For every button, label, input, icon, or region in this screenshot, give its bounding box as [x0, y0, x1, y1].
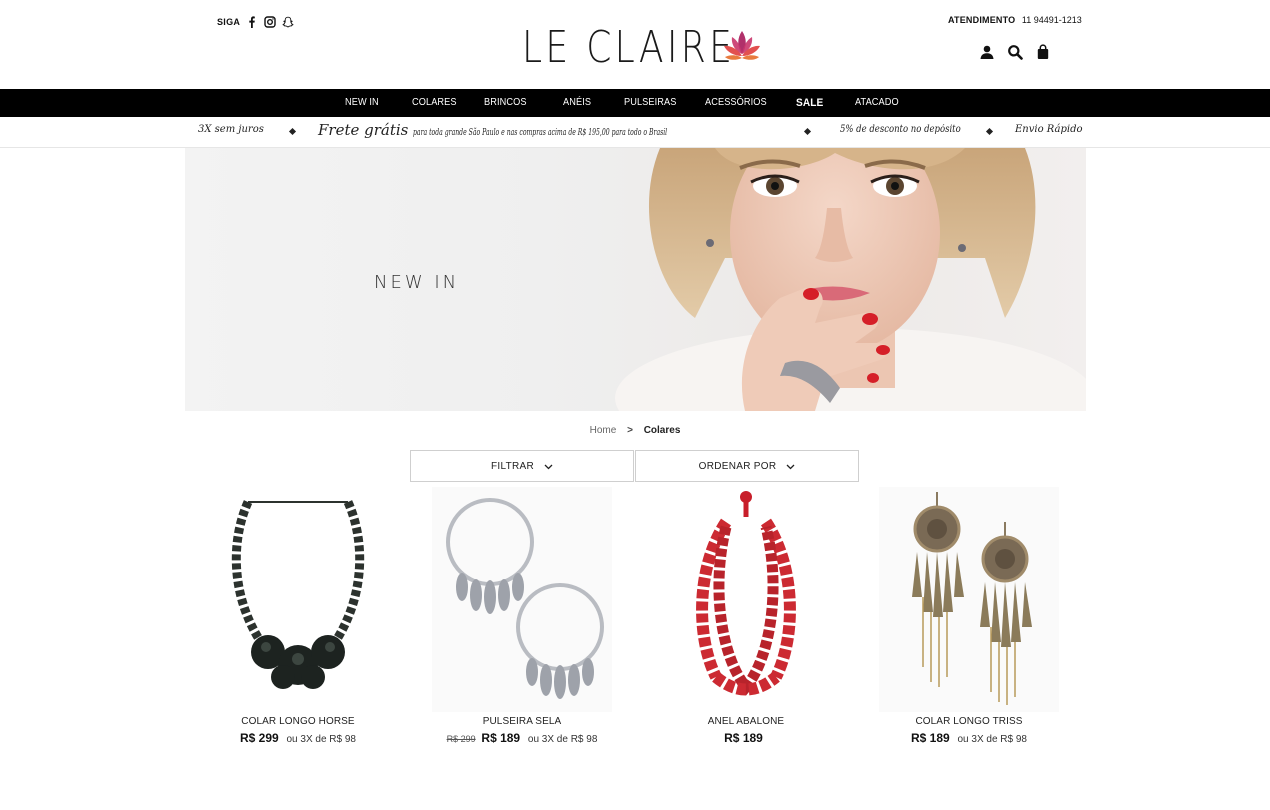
product-name[interactable]: COLAR LONGO HORSE	[186, 716, 410, 727]
nav-item-colares[interactable]: COLARES	[412, 89, 457, 117]
site-logo[interactable]: LE CLAIRE	[522, 26, 763, 70]
logo-text: LE CLAIRE	[522, 22, 736, 73]
product-card[interactable]: COLAR LONGO HORSE R$ 299 ou 3X de R$ 98	[186, 487, 410, 745]
promo-frete-small: para toda grande São Paulo e nas compras…	[413, 128, 668, 138]
product-image-black-necklace[interactable]	[208, 487, 388, 712]
product-name[interactable]: COLAR LONGO TRISS	[857, 716, 1081, 727]
promo-separator	[288, 127, 297, 136]
user-icon[interactable]	[979, 44, 995, 60]
facebook-icon[interactable]	[246, 16, 258, 28]
price-current: R$ 189	[724, 731, 763, 745]
hero-title: NEW IN	[374, 272, 460, 293]
instagram-icon[interactable]	[264, 16, 276, 28]
breadcrumb: Home > Colares	[0, 425, 1270, 436]
product-price: R$ 189	[634, 731, 858, 745]
promo-installments: 3X sem juros	[198, 124, 264, 135]
price-current: R$ 189	[481, 731, 521, 745]
promo-shipping: Envio Rápido	[1015, 124, 1083, 135]
promo-separator	[803, 127, 812, 136]
main-nav: NEW IN COLARES BRINCOS ANÉIS PULSEIRAS A…	[0, 89, 1270, 117]
product-image-red-coral-necklace[interactable]	[656, 487, 836, 712]
chevron-down-icon	[544, 464, 553, 469]
breadcrumb-current: Colares	[643, 425, 681, 436]
atendimento-phone[interactable]: 11 94491-1213	[1022, 15, 1082, 25]
promo-frete-big: Frete grátis	[318, 121, 409, 139]
nav-item-pulseiras[interactable]: PULSEIRAS	[624, 89, 676, 117]
product-price: R$ 299 ou 3X de R$ 98	[186, 731, 410, 745]
product-card[interactable]: PULSEIRA SELA R$ 299 R$ 189 ou 3X de R$ …	[410, 487, 634, 745]
chevron-down-icon	[786, 464, 795, 469]
product-name[interactable]: PULSEIRA SELA	[410, 716, 634, 727]
promo-bar: 3X sem juros Frete grátis para toda gran…	[0, 117, 1270, 148]
filter-label: FILTRAR	[490, 460, 535, 472]
price-installments: ou 3X de R$ 98	[286, 734, 356, 745]
nav-item-brincos[interactable]: BRINCOS	[484, 89, 527, 117]
filter-button[interactable]: FILTRAR	[410, 450, 634, 482]
product-price: R$ 299 R$ 189 ou 3X de R$ 98	[410, 731, 634, 745]
product-card[interactable]: COLAR LONGO TRISS R$ 189 ou 3X de R$ 98	[857, 487, 1081, 745]
header-actions	[979, 44, 1051, 60]
promo-separator	[985, 127, 994, 136]
hero-model-photo	[615, 148, 1086, 411]
atendimento-label: ATENDIMENTO	[948, 15, 1016, 25]
sort-button[interactable]: ORDENAR POR	[635, 450, 859, 482]
customer-service: ATENDIMENTO 11 94491-1213	[948, 15, 1082, 25]
product-image-silver-hoops[interactable]	[432, 487, 612, 712]
product-image-gold-earrings[interactable]	[879, 487, 1059, 712]
search-icon[interactable]	[1007, 44, 1023, 60]
breadcrumb-separator: >	[627, 425, 633, 436]
sort-label: ORDENAR POR	[698, 460, 777, 472]
nav-item-sale[interactable]: SALE	[796, 89, 823, 117]
product-card[interactable]: ANEL ABALONE R$ 189	[634, 487, 858, 745]
promo-discount: 5% de desconto no depósito	[840, 124, 961, 135]
social-follow: SIGA	[217, 16, 294, 28]
siga-label: SIGA	[217, 17, 241, 27]
product-name[interactable]: ANEL ABALONE	[634, 716, 858, 727]
price-installments: ou 3X de R$ 98	[957, 734, 1027, 745]
price-old: R$ 299	[446, 734, 476, 744]
promo-frete: Frete grátis para toda grande São Paulo …	[318, 121, 783, 139]
nav-item-acessorios[interactable]: ACESSÓRIOS	[705, 89, 767, 117]
hero-banner[interactable]: NEW IN	[185, 148, 1086, 411]
breadcrumb-home[interactable]: Home	[590, 425, 617, 436]
nav-item-aneis[interactable]: ANÉIS	[563, 89, 591, 117]
nav-item-atacado[interactable]: ATACADO	[855, 89, 899, 117]
price-current: R$ 299	[240, 731, 279, 745]
product-price: R$ 189 ou 3X de R$ 98	[857, 731, 1081, 745]
price-installments: ou 3X de R$ 98	[527, 734, 598, 745]
snapchat-icon[interactable]	[282, 16, 294, 28]
price-current: R$ 189	[911, 731, 950, 745]
site-header: SIGA LE CLAIRE ATENDIMENTO 11 94491-1213	[0, 0, 1270, 89]
nav-item-new-in[interactable]: NEW IN	[345, 89, 379, 117]
bag-icon[interactable]	[1035, 44, 1051, 60]
